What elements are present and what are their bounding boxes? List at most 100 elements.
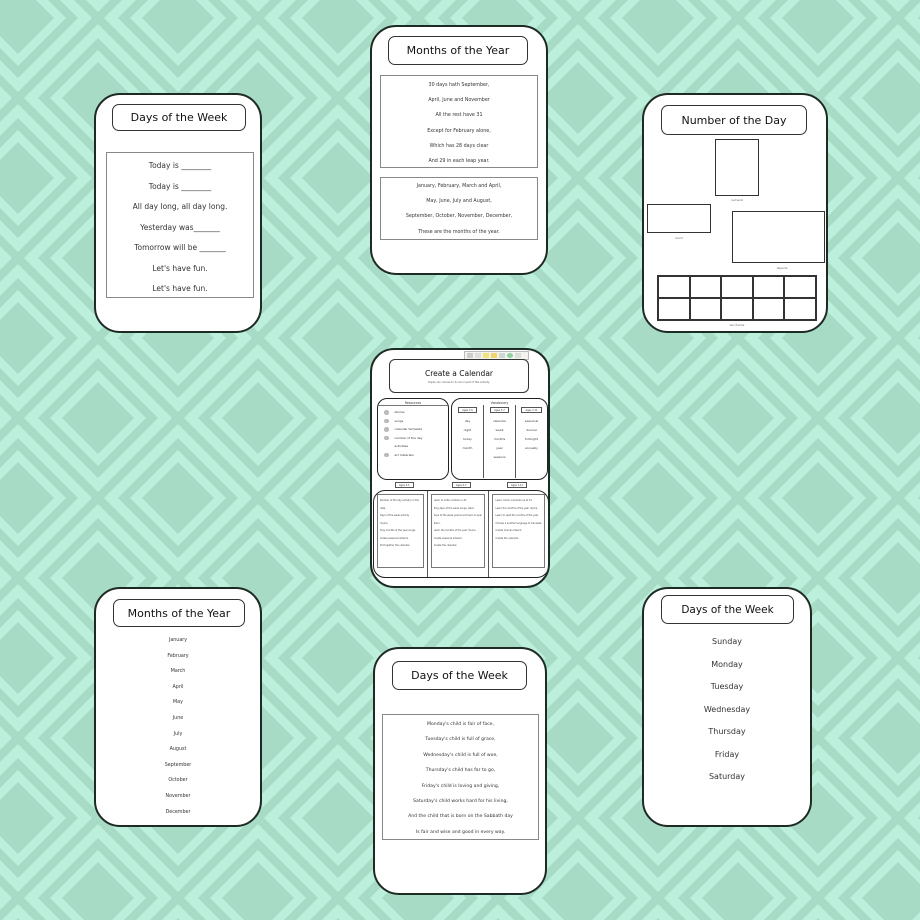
poem-text-box: Monday's child is fair of face, Tuesday's… xyxy=(382,714,539,840)
activity-line: Sing days of the week songs, label xyxy=(433,506,474,510)
rhyme-line: Let's have fun. xyxy=(152,263,208,273)
activity-line: Create the calendar. xyxy=(495,536,519,540)
bullet-icon xyxy=(384,410,389,415)
number-of-the-day-card[interactable]: Number of the Day numeral word objects t… xyxy=(642,93,828,333)
age-tag: Ages 7-11 xyxy=(507,482,528,488)
days-poem-card[interactable]: Days of the Week Monday's child is fair … xyxy=(373,647,547,895)
resource-label: number of the day xyxy=(394,435,423,440)
age-label: Ages 5-7 xyxy=(490,407,509,413)
poem-line: September, October, November, December, xyxy=(405,214,513,220)
activity-line: Learn to spell the months of the year. xyxy=(495,514,539,517)
day-item: Wednesday xyxy=(703,704,751,714)
month-item: October xyxy=(168,778,188,784)
activity-line: Create the calendar. xyxy=(433,544,458,547)
poem-line: Except for February alone, xyxy=(427,128,491,134)
activity-line: days of the week poems and learn to spel… xyxy=(433,514,483,517)
months-list-card[interactable]: Months of the Year January February March A… xyxy=(94,587,262,827)
resource-label: activities xyxy=(394,444,409,449)
day-item: Thursday xyxy=(708,727,746,736)
image-icon[interactable] xyxy=(499,353,505,358)
vocabulary-word: day xyxy=(464,419,471,423)
card-title: Months of the Year xyxy=(388,36,528,65)
resource-item: calendar template xyxy=(378,425,448,434)
activity-line: Sing months of the year songs. xyxy=(380,529,416,532)
poem-line: These are the months of the year. xyxy=(418,229,500,235)
month-item: March xyxy=(170,669,186,675)
activity-line: rhyme. xyxy=(380,521,389,525)
ten-frame-cell xyxy=(658,276,690,298)
month-item: June xyxy=(172,715,184,721)
bullet-icon xyxy=(384,418,389,423)
resource-item: number of the day xyxy=(378,434,448,443)
rhyme-line: Let's have fun. xyxy=(152,284,208,293)
ten-frame-cell xyxy=(721,298,753,320)
age-tag: Ages 3-5 xyxy=(395,482,414,488)
vocabulary-word: seasons xyxy=(493,455,506,459)
activity-line: Learn the months of the year rhyme. xyxy=(495,506,538,510)
activity-line: Create diurnal artwork. xyxy=(495,529,523,532)
create-calendar-card[interactable]: Create a Calendar Pupils can choose to d… xyxy=(370,348,550,588)
card-title-box: Create a Calendar Pupils can choose to d… xyxy=(389,359,529,393)
month-item: February xyxy=(167,653,189,659)
days-list-card[interactable]: Days of the Week Sunday Monday Tuesday Wedn… xyxy=(642,587,812,827)
share-icon[interactable] xyxy=(507,353,513,358)
bullet-icon xyxy=(384,452,389,457)
day-item: Friday xyxy=(714,749,740,759)
month-item: April xyxy=(172,684,184,690)
verse-two-box: January, February, March and April, May, … xyxy=(380,177,538,240)
days-of-week-rhyme-card[interactable]: Days of the Week Today is ________ Today … xyxy=(94,93,262,333)
days-list: Sunday Monday Tuesday Wednesday Thursday Frid… xyxy=(644,631,810,789)
vocabulary-word: diurnal xyxy=(526,428,537,432)
poem-line: January, February, March and April, xyxy=(416,184,502,189)
highlight-icon[interactable] xyxy=(483,353,489,358)
day-item: Sunday xyxy=(712,637,742,646)
months-list: January February March April May June July Augu… xyxy=(96,633,260,820)
vocabulary-word: calendar xyxy=(492,419,507,423)
month-item: September xyxy=(164,762,192,768)
activity-line: Choose a another language to translate. xyxy=(495,521,542,525)
day-item: Saturday xyxy=(708,772,746,781)
numeral-label: numeral xyxy=(730,198,744,202)
poem-line: Saturday's child works hard for his livi… xyxy=(413,798,508,804)
activity-column: Number of the day activity on the date. Da… xyxy=(374,491,427,577)
arrow-icon[interactable] xyxy=(475,353,481,358)
day-item: Tuesday xyxy=(710,682,744,691)
resources-panel: Resources stories songs calendar template n… xyxy=(377,398,449,480)
activity-line: date. xyxy=(380,506,386,510)
age-label: Ages 3-5 xyxy=(458,407,477,413)
verse-one-box: 30 days hath September, April, June and N… xyxy=(380,75,538,168)
page-icon[interactable] xyxy=(467,353,473,358)
activity-line: Number of the day activity on the xyxy=(380,499,419,502)
vocabulary-word: year xyxy=(496,446,503,450)
poem-line: Tuesday's child is full of grace, xyxy=(425,737,496,743)
vocabulary-word: seasonal xyxy=(524,419,539,423)
rhyme-line: Yesterday was_______ xyxy=(140,222,220,232)
ten-frame-cell xyxy=(721,276,753,298)
vocabulary-word: months xyxy=(493,437,506,441)
vocabulary-column: Ages 3-5 day night today month xyxy=(452,405,483,478)
vocabulary-word: night xyxy=(463,428,472,432)
ten-frame-label: ten frame xyxy=(729,323,745,327)
resource-item: activities xyxy=(378,442,448,451)
poem-line: And 29 in each leap year. xyxy=(428,158,490,164)
poem-line: Wednesday's child is full of woe, xyxy=(423,752,498,758)
vocabulary-word: week xyxy=(495,428,504,432)
rhyme-text-box: Today is ________ Today is ________ All da… xyxy=(106,152,254,298)
card-subtitle: Pupils can choose to do all or part of t… xyxy=(428,380,490,384)
card-title: Number of the Day xyxy=(661,105,807,135)
month-item: December xyxy=(165,809,191,815)
poem-line: May, June, July and August, xyxy=(426,199,492,205)
poem-line: 30 days hath September, xyxy=(428,83,490,88)
vocabulary-panel: Vocabulary Ages 3-5 day night today month Age… xyxy=(451,398,548,480)
resource-label: stories xyxy=(394,410,405,415)
pen-icon[interactable] xyxy=(491,353,497,358)
more-icon[interactable] xyxy=(515,353,521,358)
ten-frame-cell xyxy=(752,298,785,320)
activity-box: Number of the day activity on the date. Da… xyxy=(377,494,424,568)
months-poem-card[interactable]: Months of the Year 30 days hath Septembe… xyxy=(370,25,548,275)
activity-column: Learn to write numbers 1-31. Sing days of… xyxy=(426,491,489,577)
poem-line: Thursday's child has far to go, xyxy=(425,768,496,774)
activity-line: Learn roman numerals up to 31. xyxy=(495,499,533,502)
word-box xyxy=(647,204,711,233)
ten-frame-cell xyxy=(658,298,690,320)
